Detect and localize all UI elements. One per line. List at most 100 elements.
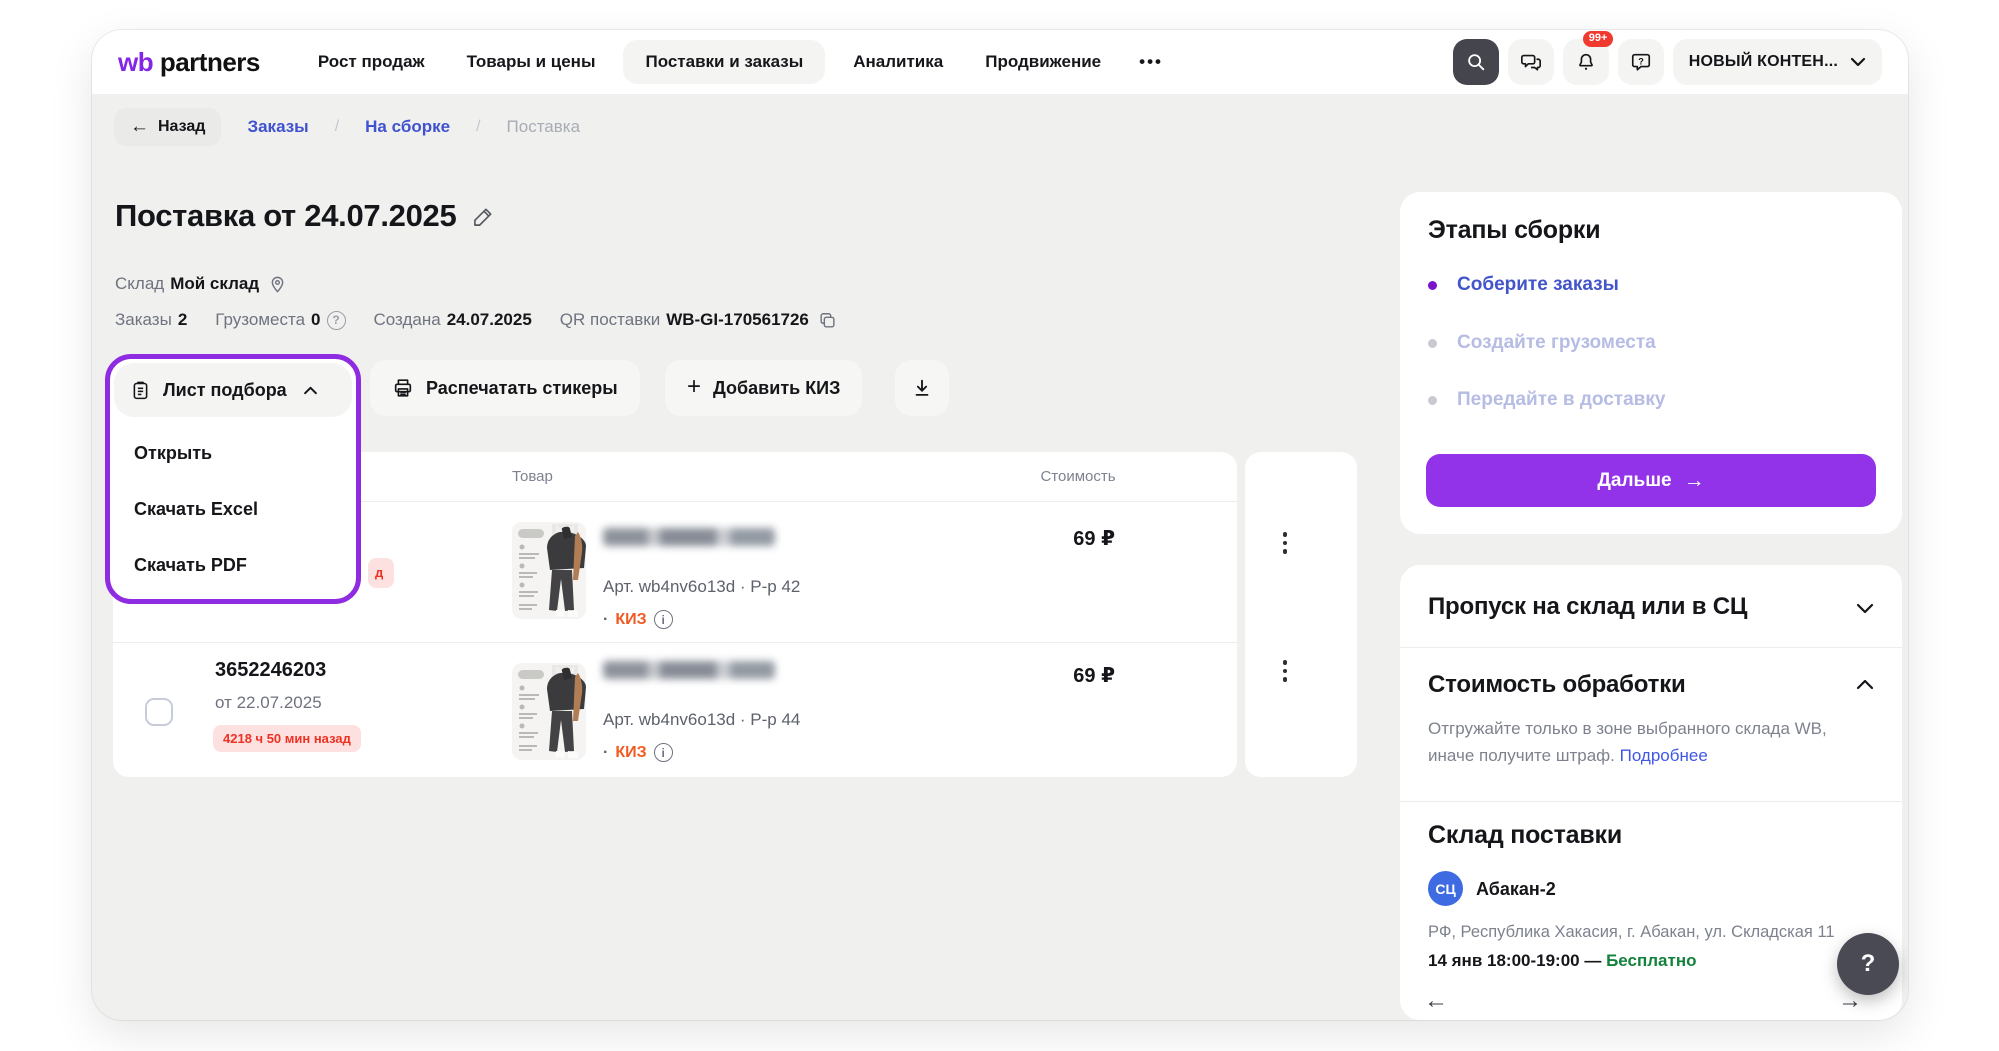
edit-pencil-icon[interactable]: [472, 205, 495, 228]
kiz-separator: ·: [603, 611, 608, 629]
add-kiz-label: Добавить КИЗ: [713, 378, 840, 399]
time-elapsed-badge: 4218 ч 50 мин назад: [213, 725, 361, 752]
chevron-down-icon[interactable]: [1856, 603, 1874, 614]
breadcrumb: ← Назад Заказы / На сборке / Поставка: [114, 108, 580, 146]
breadcrumb-separator: /: [335, 118, 339, 136]
product-image[interactable]: [512, 663, 586, 760]
step-create-cargo: Создайте грузоместа: [1428, 332, 1656, 354]
divider: [1400, 801, 1902, 802]
help-icon: ?: [1861, 950, 1876, 978]
step-bullet: [1428, 281, 1437, 290]
assembly-stages-card: Этапы сборки Соберите заказы Создайте гр…: [1400, 192, 1902, 534]
breadcrumb-separator: /: [476, 118, 480, 136]
blurred-product-name: [603, 661, 775, 679]
arrow-left-icon: ←: [130, 116, 149, 138]
picking-list-label: Лист подбора: [163, 380, 287, 401]
location-pin-icon[interactable]: [268, 275, 287, 294]
wb-partners-logo[interactable]: wb partners: [118, 47, 260, 78]
account-name: НОВЫЙ КОНТЕН...: [1689, 53, 1838, 71]
price-value: 69 ₽: [1073, 663, 1115, 688]
download-button[interactable]: [895, 360, 949, 416]
copy-icon[interactable]: [818, 311, 837, 330]
account-switcher[interactable]: НОВЫЙ КОНТЕН...: [1673, 39, 1882, 85]
kiz-line: · КИЗ i: [603, 610, 800, 629]
qr-label: QR поставки: [560, 310, 660, 330]
clipboard-icon: [130, 380, 151, 401]
order-number[interactable]: 3652246203: [215, 659, 326, 682]
step-label: Передайте в доставку: [1457, 389, 1665, 411]
search-button[interactable]: [1453, 39, 1499, 85]
nav-item-analytics[interactable]: Аналитика: [839, 40, 957, 84]
chat-icon: [1520, 51, 1542, 73]
plus-icon: +: [687, 373, 701, 401]
warehouse-address: РФ, Республика Хакасия, г. Абакан, ул. С…: [1428, 923, 1835, 942]
kiz-info-icon[interactable]: i: [654, 610, 673, 629]
step-label: Соберите заказы: [1457, 274, 1619, 296]
topbar-actions: 99+ ? НОВЫЙ КОНТЕН...: [1453, 39, 1882, 85]
article-size-line: Арт. wb4nv6o13d · Р-р 42: [603, 576, 800, 598]
cargo-value: 0: [311, 310, 320, 330]
created-date: Создана 24.07.2025: [374, 310, 532, 330]
qr-value: WB-GI-170561726: [666, 310, 809, 330]
processing-section-header[interactable]: Стоимость обработки: [1428, 671, 1842, 699]
next-button[interactable]: Дальше →: [1426, 454, 1876, 507]
breadcrumb-orders[interactable]: Заказы: [247, 117, 308, 137]
product-info: Арт. wb4nv6o13d · Р-р 42 · КИЗ i: [603, 528, 800, 629]
row-menu-button[interactable]: [1275, 528, 1295, 558]
cargo-count: Грузоместа 0 ?: [215, 310, 345, 330]
step-handover-delivery: Передайте в доставку: [1428, 389, 1665, 411]
next-label: Дальше: [1597, 470, 1671, 492]
pass-section-header[interactable]: Пропуск на склад или в СЦ: [1428, 593, 1842, 621]
free-label: Бесплатно: [1606, 951, 1696, 970]
column-header-product: Товар: [512, 468, 553, 485]
order-date: от 22.07.2025: [215, 693, 322, 713]
chevron-up-icon: [303, 386, 318, 395]
warehouse-meta-line: Склад Мой склад: [115, 274, 287, 294]
chevron-up-icon[interactable]: [1856, 679, 1874, 690]
breadcrumb-on-assembly[interactable]: На сборке: [365, 117, 450, 137]
more-details-link[interactable]: Подробнее: [1620, 746, 1708, 765]
column-header-price: Стоимость: [1003, 468, 1153, 485]
menu-item-download-excel[interactable]: Скачать Excel: [118, 481, 348, 537]
kiz-separator: ·: [603, 744, 608, 762]
chevron-down-icon: [1850, 57, 1866, 67]
warehouse-label: Склад: [115, 274, 164, 294]
carousel-arrow-left[interactable]: ←: [1424, 989, 1448, 1013]
kiz-info-icon[interactable]: i: [654, 743, 673, 762]
cargo-help-icon[interactable]: ?: [327, 311, 346, 330]
row-actions-panel: [1245, 452, 1357, 777]
warehouse-name[interactable]: Абакан-2: [1476, 879, 1556, 900]
menu-item-open[interactable]: Открыть: [118, 425, 348, 481]
step-label: Создайте грузоместа: [1457, 332, 1656, 354]
supply-warehouse-title: Склад поставки: [1428, 821, 1622, 850]
step-bullet: [1428, 396, 1437, 405]
table-row: 3652246203 от 22.07.2025 4218 ч 50 мин н…: [113, 642, 1237, 777]
chat-button[interactable]: [1508, 39, 1554, 85]
back-button[interactable]: ← Назад: [114, 108, 221, 146]
cargo-label: Грузоместа: [215, 310, 305, 330]
nav-item-goods-prices[interactable]: Товары и цены: [453, 40, 610, 84]
created-value: 24.07.2025: [447, 310, 532, 330]
notifications-button[interactable]: 99+: [1563, 39, 1609, 85]
nav-more-button[interactable]: •••: [1129, 52, 1173, 72]
print-stickers-button[interactable]: Распечатать стикеры: [370, 360, 640, 416]
processing-note: Отгружайте только в зоне выбранного скла…: [1428, 715, 1874, 769]
created-label: Создана: [374, 310, 441, 330]
page-title: Поставка от 24.07.2025: [115, 198, 456, 234]
product-image[interactable]: [512, 522, 586, 619]
row-checkbox[interactable]: [145, 698, 173, 726]
nav-item-promotion[interactable]: Продвижение: [971, 40, 1115, 84]
nav-item-sales-growth[interactable]: Рост продаж: [304, 40, 439, 84]
add-kiz-button[interactable]: + Добавить КИЗ: [665, 360, 862, 416]
help-button[interactable]: ?: [1837, 933, 1899, 995]
row-menu-button[interactable]: [1275, 656, 1295, 686]
logo-partners: partners: [160, 47, 260, 77]
warehouse-schedule: 14 янв 18:00-19:00 — Бесплатно: [1428, 951, 1696, 971]
orders-label: Заказы: [115, 310, 172, 330]
nav-item-supplies-orders[interactable]: Поставки и заказы: [623, 40, 825, 84]
picking-list-button[interactable]: Лист подбора: [114, 363, 352, 417]
menu-item-download-pdf[interactable]: Скачать PDF: [118, 537, 348, 593]
step-collect-orders[interactable]: Соберите заказы: [1428, 274, 1619, 296]
kiz-label: КИЗ: [615, 611, 646, 629]
support-button[interactable]: ?: [1618, 39, 1664, 85]
